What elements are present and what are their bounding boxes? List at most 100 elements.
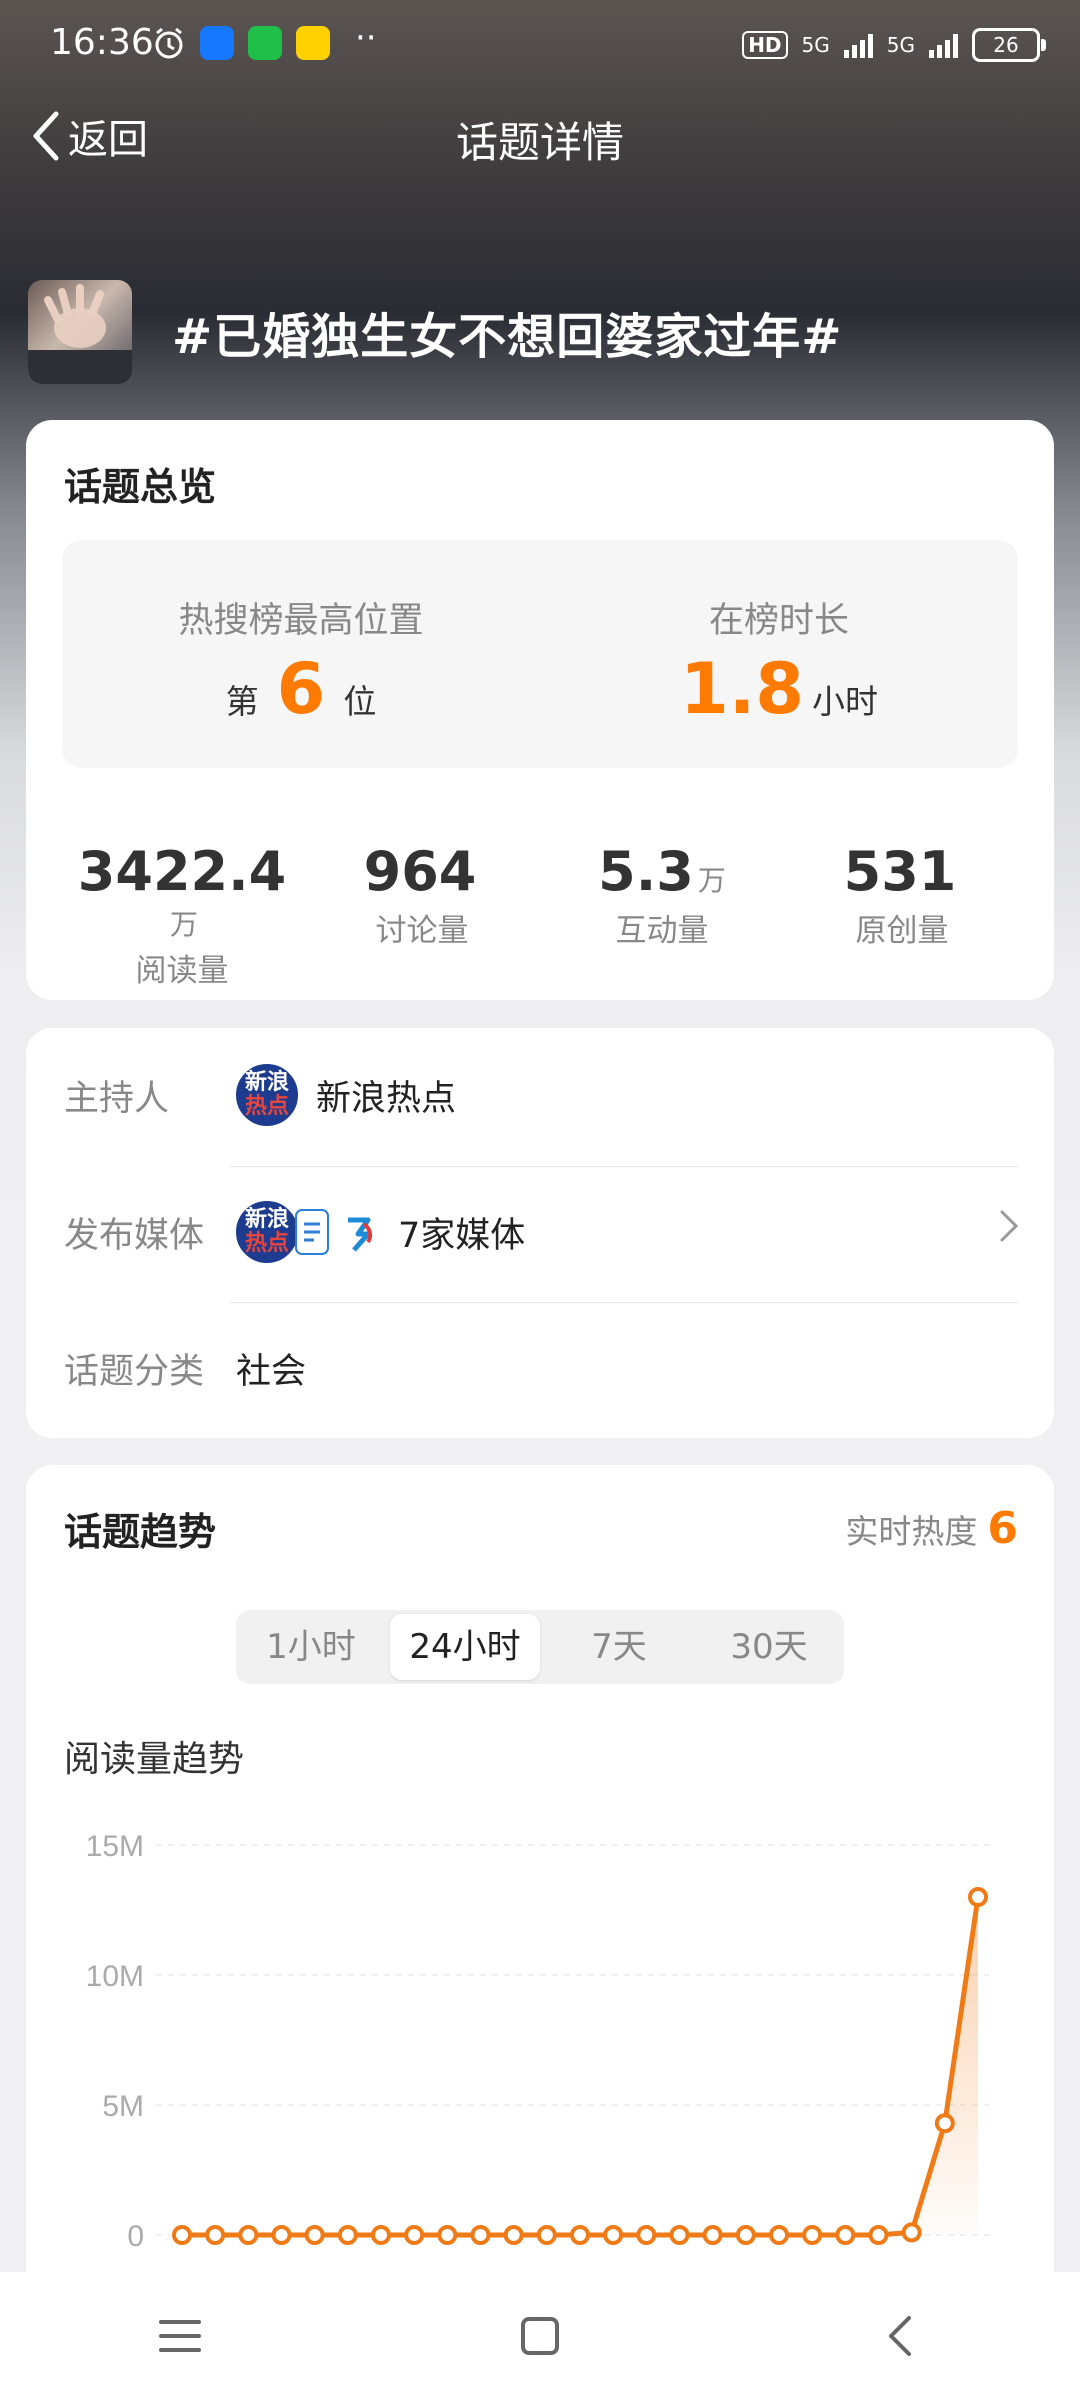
chart-point[interactable] — [769, 2225, 789, 2245]
chart-y-tick-label: 0 — [127, 2220, 144, 2253]
network-label-1: 5G — [801, 33, 830, 57]
stat-original: 531 原创量 — [782, 840, 1022, 990]
chart-point[interactable] — [934, 2113, 955, 2134]
stat-label: 讨论量 — [375, 913, 469, 949]
chart-point[interactable] — [802, 2225, 823, 2245]
stat-value: 964 — [363, 840, 477, 903]
hand-image-icon — [28, 284, 132, 384]
on-list-duration: 在榜时长 1.8 小时 — [540, 540, 1018, 768]
stat-value: 531 — [843, 840, 957, 903]
chart-point[interactable] — [570, 2225, 590, 2245]
topic-header: #已婚独生女不想回婆家过年# — [28, 280, 842, 384]
hot-rank-box: 热搜榜最高位置 第 6 位 在榜时长 1.8 小时 — [62, 540, 1018, 768]
phone-app-icon — [248, 26, 282, 60]
chart-point[interactable] — [536, 2225, 557, 2245]
category-label: 话题分类 — [64, 1351, 205, 1392]
chart-point[interactable] — [205, 2225, 226, 2245]
chart-point[interactable] — [371, 2225, 391, 2245]
menu-button[interactable] — [140, 2296, 220, 2376]
divider — [230, 1166, 1018, 1167]
overview-title: 话题总览 — [64, 465, 217, 509]
stat-label: 互动量 — [615, 913, 709, 949]
page-title: 话题详情 — [455, 118, 624, 167]
stat-unit: 万 — [697, 864, 726, 897]
network-label-2: 5G — [886, 33, 915, 57]
topic-thumbnail[interactable] — [28, 280, 132, 384]
chart-point[interactable] — [901, 2222, 922, 2243]
chart-point[interactable] — [470, 2225, 491, 2245]
chart-point[interactable] — [835, 2225, 856, 2245]
highest-value-row: 第 6 位 — [62, 648, 540, 730]
topic-title: #已婚独生女不想回婆家过年# — [172, 309, 843, 365]
tab-30-days[interactable]: 30天 — [694, 1610, 844, 1684]
highest-label: 热搜榜最高位置 — [178, 601, 424, 641]
system-nav-bar — [0, 2272, 1080, 2400]
chart-point[interactable] — [503, 2225, 524, 2245]
chart-point[interactable] — [868, 2225, 889, 2245]
alarm-icon — [155, 27, 183, 59]
stat-interact: 5.3 万 互动量 — [542, 840, 782, 990]
highest-prefix: 第 — [225, 682, 259, 721]
menu-icon — [159, 2320, 201, 2352]
logo-text-bottom: 热点 — [244, 1094, 289, 1119]
status-bar: 16:36 ·· HD 5G 5G 26 — [0, 0, 1080, 95]
alipay-icon — [200, 26, 234, 60]
chart-point[interactable] — [702, 2225, 723, 2245]
status-time: 16:36 — [50, 22, 154, 63]
logo-text-top: 新浪 — [244, 1207, 289, 1232]
chart-point[interactable] — [603, 2225, 624, 2245]
highest-suffix: 位 — [343, 682, 377, 721]
media-row[interactable]: 发布媒体 新浪 热点 7家媒体 — [64, 1199, 1044, 1265]
chart-y-tick-label: 5M — [102, 2090, 144, 2123]
chevron-right-icon[interactable] — [998, 1206, 1020, 1255]
chart-point[interactable] — [437, 2225, 458, 2245]
chart-area-fill — [182, 1897, 978, 2235]
chart-point[interactable] — [968, 1887, 988, 1907]
battery-level: 26 — [993, 33, 1019, 57]
realtime-label: 实时热度 — [845, 1512, 978, 1551]
tab-24-hours[interactable]: 24小时 — [390, 1614, 540, 1680]
tab-1-hour[interactable]: 1小时 — [236, 1610, 386, 1684]
sina-hot-logo: 新浪 热点 — [234, 1199, 300, 1265]
info-card: 主持人 新浪 热点 新浪热点 发布媒体 新浪 热点 7家媒体 话题分类 社会 — [26, 1028, 1054, 1438]
chart-point[interactable] — [172, 2225, 192, 2245]
host-name: 新浪热点 — [316, 1078, 457, 1119]
stat-label: 阅读量 — [135, 953, 229, 989]
battery-icon: 26 — [972, 28, 1046, 62]
stat-value: 3422.4 — [77, 840, 287, 903]
system-back-button[interactable] — [860, 2296, 940, 2376]
status-notification-icons — [152, 26, 330, 60]
chart-point[interactable] — [238, 2225, 259, 2245]
overview-card: 话题总览 热搜榜最高位置 第 6 位 在榜时长 1.8 小时 3422.4 万 阅… — [26, 420, 1054, 1000]
duration-value: 1.8 — [679, 648, 804, 730]
signal-icon-2 — [929, 32, 958, 58]
home-square-icon — [521, 2317, 559, 2355]
more-notifications-dots: ·· — [355, 18, 377, 58]
stat-value: 5.3 — [598, 840, 694, 903]
chart-point[interactable] — [636, 2225, 657, 2245]
nav-bar: 返回 话题详情 — [0, 95, 1080, 175]
highest-position: 热搜榜最高位置 第 6 位 — [62, 540, 540, 768]
stat-discuss: 964 讨论量 — [302, 840, 542, 990]
stat-unit: 万 — [169, 908, 198, 941]
stat-read: 3422.4 万 阅读量 — [62, 840, 302, 990]
media-logo-icon — [295, 1209, 329, 1255]
chart-point[interactable] — [735, 2225, 756, 2245]
duration-unit: 小时 — [812, 682, 878, 721]
media-value: 7家媒体 — [398, 1215, 526, 1256]
chart-point[interactable] — [669, 2225, 690, 2245]
chart-point[interactable] — [337, 2225, 358, 2245]
host-label: 主持人 — [64, 1078, 170, 1119]
divider — [230, 1302, 1018, 1303]
meituan-icon — [296, 26, 330, 60]
chart-y-tick-label: 10M — [86, 1960, 144, 1993]
host-row[interactable]: 主持人 新浪 热点 新浪热点 — [64, 1062, 1044, 1128]
tab-7-days[interactable]: 7天 — [544, 1610, 694, 1684]
media-label: 发布媒体 — [64, 1215, 205, 1256]
chart-point[interactable] — [404, 2225, 425, 2245]
home-button[interactable] — [500, 2296, 580, 2376]
logo-text-top: 新浪 — [244, 1070, 289, 1095]
chart-point[interactable] — [304, 2225, 325, 2245]
category-row: 话题分类 社会 — [64, 1336, 1044, 1400]
chart-point[interactable] — [271, 2225, 292, 2245]
